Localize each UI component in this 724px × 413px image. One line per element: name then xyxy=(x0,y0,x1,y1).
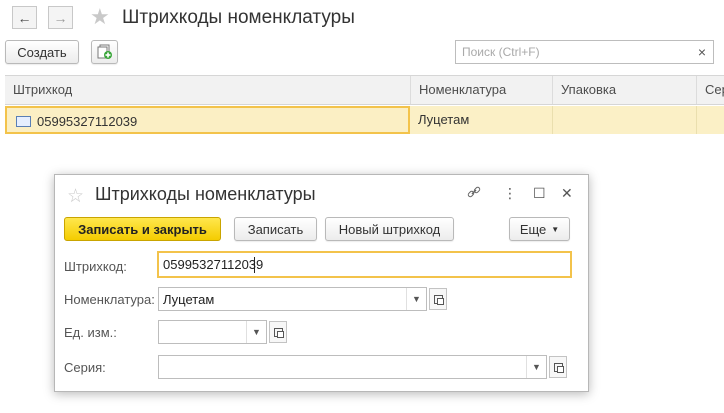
copy-add-button[interactable] xyxy=(91,40,118,64)
table-header: Штрихкод Номенклатура Упаковка Сери xyxy=(5,75,724,105)
new-barcode-label: Новый штрихкод xyxy=(338,221,441,237)
unit-field[interactable]: ▼ xyxy=(158,320,267,344)
table-row[interactable]: 05995327112039 Луцетам xyxy=(5,106,724,134)
close-icon[interactable]: ✕ xyxy=(561,185,573,202)
column-header-barcode[interactable]: Штрихкод xyxy=(5,76,410,104)
column-header-series[interactable]: Сери xyxy=(696,76,724,104)
save-label: Записать xyxy=(247,221,304,237)
forward-button[interactable]: → xyxy=(48,6,73,29)
nomenclature-field-label: Номенклатура: xyxy=(64,292,155,307)
open-window-icon xyxy=(433,294,444,305)
open-window-icon xyxy=(273,327,284,338)
save-button[interactable]: Записать xyxy=(234,217,317,241)
barcode-field-label: Штрихкод: xyxy=(64,259,127,274)
series-cell[interactable] xyxy=(696,106,724,134)
open-nomenclature-button[interactable] xyxy=(429,288,447,310)
save-close-label: Записать и закрыть xyxy=(78,221,207,237)
series-field[interactable]: ▼ xyxy=(158,355,547,379)
text-caret xyxy=(254,257,255,273)
search-input[interactable]: Поиск (Ctrl+F) × xyxy=(455,40,714,64)
chevron-down-icon[interactable]: ▼ xyxy=(406,288,426,310)
column-header-nomenclature[interactable]: Номенклатура xyxy=(410,76,552,104)
chevron-down-icon: ▼ xyxy=(551,224,560,234)
star-icon[interactable]: ☆ xyxy=(67,185,84,208)
unit-field-label: Ед. изм.: xyxy=(64,325,117,340)
open-window-icon xyxy=(553,362,564,373)
column-header-package[interactable]: Упаковка xyxy=(552,76,696,104)
nomenclature-cell[interactable]: Луцетам xyxy=(410,106,552,134)
more-button[interactable]: Еще ▼ xyxy=(509,217,570,241)
barcode-field[interactable]: 05995327112039 xyxy=(157,251,572,278)
arrow-left-icon: ← xyxy=(17,9,32,26)
copy-add-icon xyxy=(97,44,112,59)
barcode-value: 05995327112039 xyxy=(37,114,138,129)
barcode-field-value: 05995327112039 xyxy=(163,257,264,272)
arrow-right-icon: → xyxy=(53,9,68,26)
nomenclature-field[interactable]: Луцетам ▼ xyxy=(158,287,427,311)
page-title: Штрихкоды номенклатуры xyxy=(122,7,355,28)
save-close-button[interactable]: Записать и закрыть xyxy=(64,217,221,241)
chevron-down-icon[interactable]: ▼ xyxy=(526,356,546,378)
more-icon[interactable]: ⋮ xyxy=(503,185,517,202)
new-barcode-button[interactable]: Новый штрихкод xyxy=(325,217,454,241)
series-field-label: Серия: xyxy=(64,360,106,375)
more-label: Еще xyxy=(519,221,547,237)
nomenclature-field-value: Луцетам xyxy=(163,292,215,307)
link-icon[interactable] xyxy=(467,185,481,202)
dialog-title: Штрихкоды номенклатуры xyxy=(95,184,316,204)
create-button-label: Создать xyxy=(17,44,67,60)
star-icon[interactable]: ★ xyxy=(90,6,110,28)
open-unit-button[interactable] xyxy=(269,321,287,343)
barcode-cell[interactable]: 05995327112039 xyxy=(5,106,410,134)
barcode-dialog: ☆ Штрихкоды номенклатуры ⋮ ☐ ✕ Записать … xyxy=(54,174,589,392)
back-button[interactable]: ← xyxy=(12,6,37,29)
create-button[interactable]: Создать xyxy=(5,40,79,64)
clear-search-icon[interactable]: × xyxy=(698,44,706,60)
chevron-down-icon[interactable]: ▼ xyxy=(246,321,266,343)
open-series-button[interactable] xyxy=(549,356,567,378)
maximize-icon[interactable]: ☐ xyxy=(533,185,546,202)
search-placeholder: Поиск (Ctrl+F) xyxy=(462,45,540,59)
package-cell[interactable] xyxy=(552,106,696,134)
